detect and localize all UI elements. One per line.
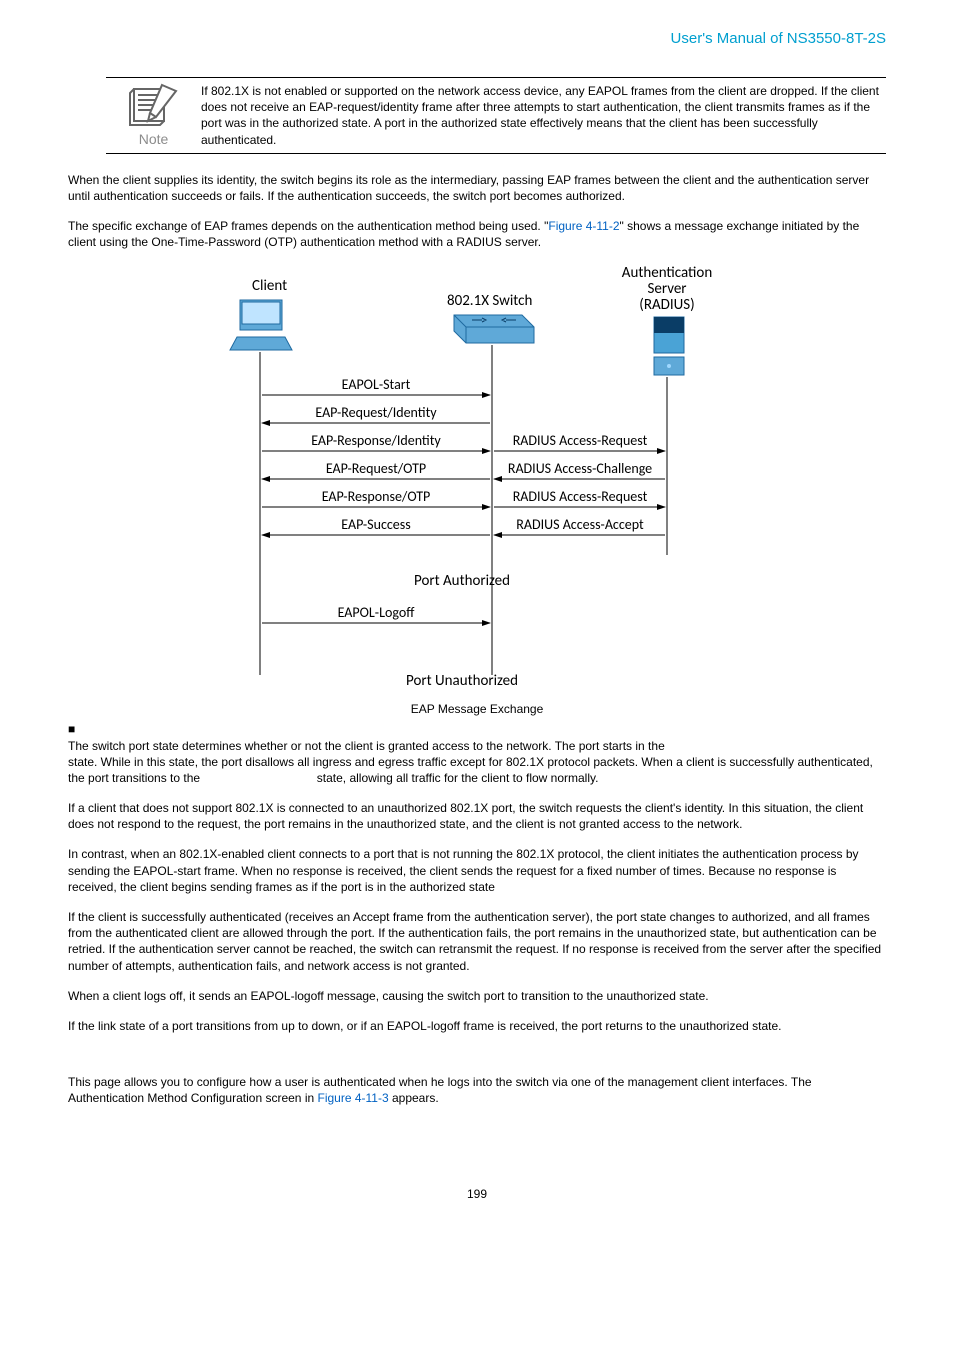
eap-diagram: Client 802.1X Switch Authentication Serv…	[68, 265, 886, 698]
figure-link[interactable]: Figure 4-11-3	[318, 1091, 389, 1105]
body-paragraph: The switch port state determines whether…	[68, 738, 886, 787]
figure-caption: EAP Message Exchange	[68, 702, 886, 716]
body-paragraph: In contrast, when an 802.1X-enabled clie…	[68, 846, 886, 895]
body-paragraph: When the client supplies its identity, t…	[68, 172, 886, 204]
svg-text:RADIUS Access-Challenge: RADIUS Access-Challenge	[508, 460, 652, 477]
svg-text:EAP-Request/Identity: EAP-Request/Identity	[315, 404, 437, 421]
svg-text:EAPOL-Logoff: EAPOL-Logoff	[338, 604, 416, 621]
server-icon	[654, 317, 684, 375]
body-paragraph: If a client that does not support 802.1X…	[68, 800, 886, 832]
svg-text:RADIUS Access-Request: RADIUS Access-Request	[513, 488, 648, 505]
body-paragraph: If the link state of a port transitions …	[68, 1018, 886, 1034]
page-header: User's Manual of NS3550-8T-2S	[68, 30, 886, 47]
svg-text:RADIUS Access-Request: RADIUS Access-Request	[513, 432, 648, 449]
svg-text:Client: Client	[252, 277, 287, 295]
switch-icon	[454, 315, 534, 343]
svg-text:Port Authorized: Port Authorized	[414, 572, 510, 590]
svg-text:EAP-Response/Identity: EAP-Response/Identity	[311, 432, 441, 449]
svg-text:EAP-Success: EAP-Success	[341, 516, 410, 533]
client-icon	[230, 300, 292, 350]
body-paragraph: If the client is successfully authentica…	[68, 909, 886, 974]
figure-link[interactable]: Figure 4-11-2	[548, 219, 619, 233]
svg-text:RADIUS Access-Accept: RADIUS Access-Accept	[516, 516, 644, 533]
note-icon: Note	[106, 83, 201, 148]
note-label: Note	[139, 131, 169, 147]
note-box: Note If 802.1X is not enabled or support…	[106, 77, 886, 154]
svg-text:Port Unauthorized: Port Unauthorized	[406, 672, 518, 690]
page-number: 199	[68, 1187, 886, 1201]
body-paragraph: This page allows you to configure how a …	[68, 1074, 886, 1106]
body-paragraph: When a client logs off, it sends an EAPO…	[68, 988, 886, 1004]
bullet-marker: ■	[68, 722, 886, 736]
svg-text:EAP-Response/OTP: EAP-Response/OTP	[322, 488, 431, 505]
body-paragraph: The specific exchange of EAP frames depe…	[68, 218, 886, 250]
svg-text:EAP-Request/OTP: EAP-Request/OTP	[326, 460, 426, 477]
svg-text:(RADIUS): (RADIUS)	[639, 296, 694, 314]
svg-text:802.1X Switch: 802.1X Switch	[447, 292, 532, 310]
note-text: If 802.1X is not enabled or supported on…	[201, 83, 886, 148]
svg-text:EAPOL-Start: EAPOL-Start	[342, 376, 411, 393]
